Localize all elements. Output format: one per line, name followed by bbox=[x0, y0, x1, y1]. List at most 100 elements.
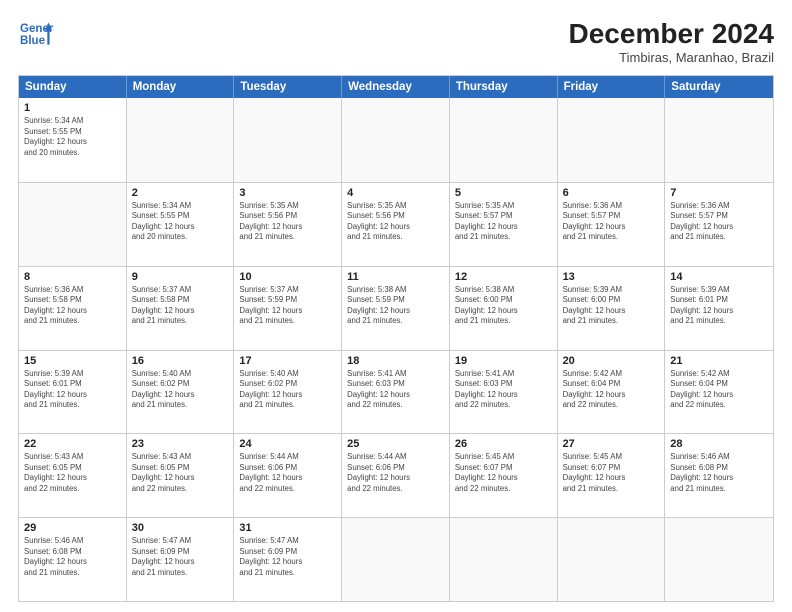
day-number: 24 bbox=[239, 438, 336, 450]
day-number: 14 bbox=[670, 271, 768, 283]
day-info: Sunrise: 5:43 AM Sunset: 6:05 PM Dayligh… bbox=[132, 452, 229, 494]
calendar-header: SundayMondayTuesdayWednesdayThursdayFrid… bbox=[19, 76, 773, 98]
header: General Blue December 2024 Timbiras, Mar… bbox=[18, 18, 774, 65]
day-info: Sunrise: 5:35 AM Sunset: 5:56 PM Dayligh… bbox=[239, 201, 336, 243]
calendar-row: 15 Sunrise: 5:39 AM Sunset: 6:01 PM Dayli… bbox=[19, 350, 773, 434]
calendar-cell: 30 Sunrise: 5:47 AM Sunset: 6:09 PM Dayli… bbox=[127, 518, 235, 601]
calendar-cell bbox=[665, 98, 773, 182]
day-info: Sunrise: 5:46 AM Sunset: 6:08 PM Dayligh… bbox=[24, 536, 121, 578]
calendar-cell: 3 Sunrise: 5:35 AM Sunset: 5:56 PM Daylig… bbox=[234, 183, 342, 266]
location: Timbiras, Maranhao, Brazil bbox=[569, 50, 774, 65]
calendar-cell: 16Sunrise: 5:40 AM Sunset: 6:02 PM Dayli… bbox=[127, 351, 235, 434]
header-cell-friday: Friday bbox=[558, 76, 666, 98]
header-cell-wednesday: Wednesday bbox=[342, 76, 450, 98]
calendar-cell: 2 Sunrise: 5:34 AM Sunset: 5:55 PM Daylig… bbox=[127, 183, 235, 266]
calendar-row: 29 Sunrise: 5:46 AM Sunset: 6:08 PM Dayli… bbox=[19, 517, 773, 601]
day-info: Sunrise: 5:41 AM Sunset: 6:03 PM Dayligh… bbox=[347, 369, 444, 411]
day-number: 5 bbox=[455, 187, 552, 199]
day-info: Sunrise: 5:45 AM Sunset: 6:07 PM Dayligh… bbox=[455, 452, 552, 494]
day-info: Sunrise: 5:44 AM Sunset: 6:06 PM Dayligh… bbox=[347, 452, 444, 494]
calendar-cell bbox=[127, 98, 235, 182]
calendar-cell bbox=[234, 98, 342, 182]
calendar-cell: 26 Sunrise: 5:45 AM Sunset: 6:07 PM Dayli… bbox=[450, 434, 558, 517]
calendar-cell: 18 Sunrise: 5:41 AM Sunset: 6:03 PM Dayli… bbox=[342, 351, 450, 434]
calendar-row: 22 Sunrise: 5:43 AM Sunset: 6:05 PM Dayli… bbox=[19, 433, 773, 517]
day-number: 21 bbox=[670, 355, 768, 367]
day-info: Sunrise: 5:43 AM Sunset: 6:05 PM Dayligh… bbox=[24, 452, 121, 494]
day-info: Sunrise: 5:34 AM Sunset: 5:55 PM Dayligh… bbox=[24, 116, 121, 158]
day-number: 18 bbox=[347, 355, 444, 367]
calendar-cell bbox=[450, 98, 558, 182]
day-info: Sunrise: 5:47 AM Sunset: 6:09 PM Dayligh… bbox=[132, 536, 229, 578]
day-number: 11 bbox=[347, 271, 444, 283]
day-info: Sunrise: 5:39 AM Sunset: 6:00 PM Dayligh… bbox=[563, 285, 660, 327]
header-cell-thursday: Thursday bbox=[450, 76, 558, 98]
calendar-cell: 8 Sunrise: 5:36 AM Sunset: 5:58 PM Daylig… bbox=[19, 267, 127, 350]
day-number: 1 bbox=[24, 102, 121, 114]
day-number: 22 bbox=[24, 438, 121, 450]
calendar-cell bbox=[342, 98, 450, 182]
day-info: Sunrise: 5:38 AM Sunset: 5:59 PM Dayligh… bbox=[347, 285, 444, 327]
day-number: 29 bbox=[24, 522, 121, 534]
day-info: Sunrise: 5:39 AM Sunset: 6:01 PM Dayligh… bbox=[24, 369, 121, 411]
day-number: 8 bbox=[24, 271, 121, 283]
calendar-cell: 27Sunrise: 5:45 AM Sunset: 6:07 PM Dayli… bbox=[558, 434, 666, 517]
calendar-cell: 4Sunrise: 5:35 AM Sunset: 5:56 PM Daylig… bbox=[342, 183, 450, 266]
day-info: Sunrise: 5:44 AM Sunset: 6:06 PM Dayligh… bbox=[239, 452, 336, 494]
title-block: December 2024 Timbiras, Maranhao, Brazil bbox=[569, 18, 774, 65]
calendar-cell: 31Sunrise: 5:47 AM Sunset: 6:09 PM Dayli… bbox=[234, 518, 342, 601]
logo: General Blue bbox=[18, 18, 54, 50]
calendar-cell: 23 Sunrise: 5:43 AM Sunset: 6:05 PM Dayli… bbox=[127, 434, 235, 517]
day-number: 26 bbox=[455, 438, 552, 450]
day-info: Sunrise: 5:36 AM Sunset: 5:58 PM Dayligh… bbox=[24, 285, 121, 327]
day-number: 17 bbox=[239, 355, 336, 367]
day-info: Sunrise: 5:40 AM Sunset: 6:02 PM Dayligh… bbox=[239, 369, 336, 411]
calendar-cell: 21 Sunrise: 5:42 AM Sunset: 6:04 PM Dayli… bbox=[665, 351, 773, 434]
day-number: 20 bbox=[563, 355, 660, 367]
calendar: SundayMondayTuesdayWednesdayThursdayFrid… bbox=[18, 75, 774, 602]
day-number: 19 bbox=[455, 355, 552, 367]
day-info: Sunrise: 5:42 AM Sunset: 6:04 PM Dayligh… bbox=[670, 369, 768, 411]
day-number: 7 bbox=[670, 187, 768, 199]
header-cell-monday: Monday bbox=[127, 76, 235, 98]
day-info: Sunrise: 5:37 AM Sunset: 5:58 PM Dayligh… bbox=[132, 285, 229, 327]
header-cell-tuesday: Tuesday bbox=[234, 76, 342, 98]
day-info: Sunrise: 5:39 AM Sunset: 6:01 PM Dayligh… bbox=[670, 285, 768, 327]
day-number: 23 bbox=[132, 438, 229, 450]
day-info: Sunrise: 5:40 AM Sunset: 6:02 PM Dayligh… bbox=[132, 369, 229, 411]
calendar-cell: 14 Sunrise: 5:39 AM Sunset: 6:01 PM Dayli… bbox=[665, 267, 773, 350]
calendar-row: 1 Sunrise: 5:34 AM Sunset: 5:55 PM Daylig… bbox=[19, 98, 773, 182]
page: General Blue December 2024 Timbiras, Mar… bbox=[0, 0, 792, 612]
day-number: 28 bbox=[670, 438, 768, 450]
calendar-cell: 22 Sunrise: 5:43 AM Sunset: 6:05 PM Dayli… bbox=[19, 434, 127, 517]
day-info: Sunrise: 5:38 AM Sunset: 6:00 PM Dayligh… bbox=[455, 285, 552, 327]
calendar-cell: 13 Sunrise: 5:39 AM Sunset: 6:00 PM Dayli… bbox=[558, 267, 666, 350]
day-number: 3 bbox=[239, 187, 336, 199]
calendar-row: 8 Sunrise: 5:36 AM Sunset: 5:58 PM Daylig… bbox=[19, 266, 773, 350]
calendar-cell: 15 Sunrise: 5:39 AM Sunset: 6:01 PM Dayli… bbox=[19, 351, 127, 434]
day-number: 15 bbox=[24, 355, 121, 367]
day-info: Sunrise: 5:46 AM Sunset: 6:08 PM Dayligh… bbox=[670, 452, 768, 494]
day-info: Sunrise: 5:37 AM Sunset: 5:59 PM Dayligh… bbox=[239, 285, 336, 327]
calendar-cell bbox=[342, 518, 450, 601]
day-number: 30 bbox=[132, 522, 229, 534]
day-info: Sunrise: 5:42 AM Sunset: 6:04 PM Dayligh… bbox=[563, 369, 660, 411]
calendar-body: 1 Sunrise: 5:34 AM Sunset: 5:55 PM Daylig… bbox=[19, 98, 773, 601]
calendar-cell bbox=[19, 183, 127, 266]
calendar-cell: 9Sunrise: 5:37 AM Sunset: 5:58 PM Daylig… bbox=[127, 267, 235, 350]
calendar-cell bbox=[665, 518, 773, 601]
calendar-row: 2 Sunrise: 5:34 AM Sunset: 5:55 PM Daylig… bbox=[19, 182, 773, 266]
day-info: Sunrise: 5:34 AM Sunset: 5:55 PM Dayligh… bbox=[132, 201, 229, 243]
calendar-cell: 17 Sunrise: 5:40 AM Sunset: 6:02 PM Dayli… bbox=[234, 351, 342, 434]
day-info: Sunrise: 5:41 AM Sunset: 6:03 PM Dayligh… bbox=[455, 369, 552, 411]
calendar-cell: 6Sunrise: 5:36 AM Sunset: 5:57 PM Daylig… bbox=[558, 183, 666, 266]
day-info: Sunrise: 5:36 AM Sunset: 5:57 PM Dayligh… bbox=[563, 201, 660, 243]
day-number: 27 bbox=[563, 438, 660, 450]
calendar-cell: 28 Sunrise: 5:46 AM Sunset: 6:08 PM Dayli… bbox=[665, 434, 773, 517]
calendar-cell: 1 Sunrise: 5:34 AM Sunset: 5:55 PM Daylig… bbox=[19, 98, 127, 182]
day-number: 13 bbox=[563, 271, 660, 283]
calendar-cell: 29 Sunrise: 5:46 AM Sunset: 6:08 PM Dayli… bbox=[19, 518, 127, 601]
day-number: 2 bbox=[132, 187, 229, 199]
day-number: 4 bbox=[347, 187, 444, 199]
day-number: 31 bbox=[239, 522, 336, 534]
